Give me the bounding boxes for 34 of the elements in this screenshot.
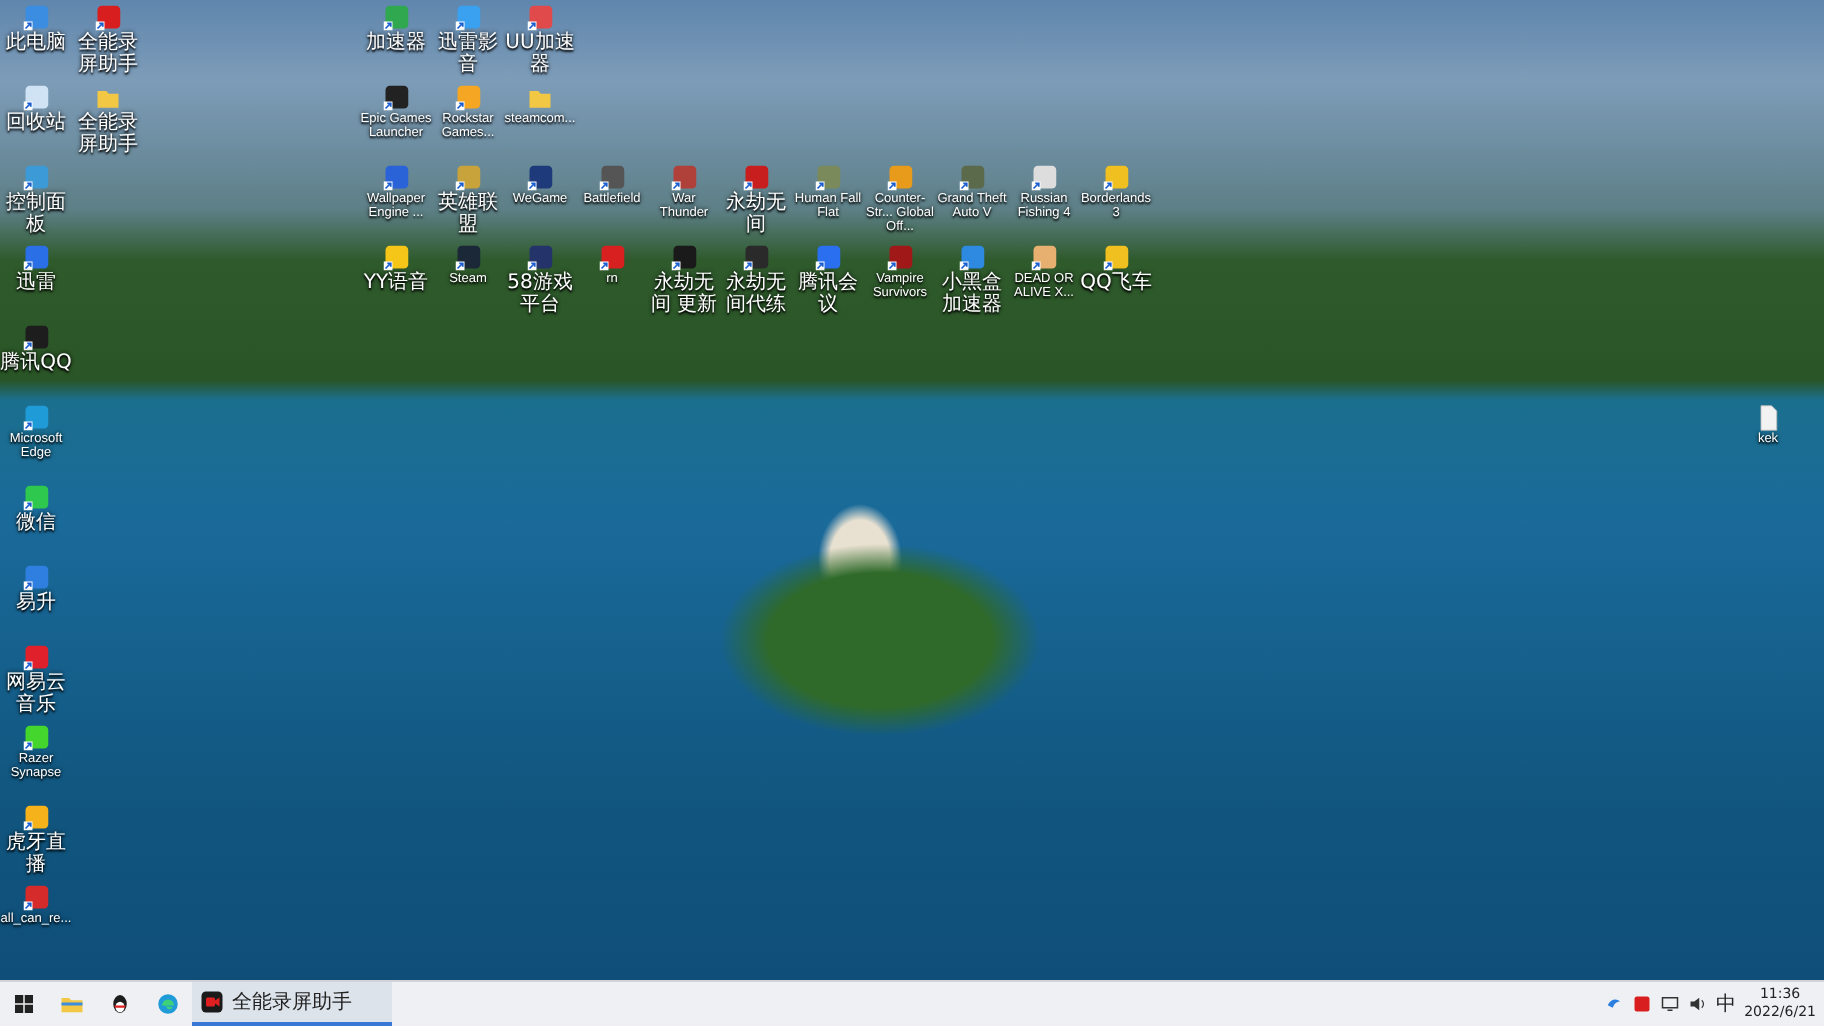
record-icon — [200, 990, 224, 1014]
desktop-icon-label[interactable]: 微信 — [16, 512, 56, 534]
desktop-icon-label[interactable]: 永劫无间代练 — [720, 272, 792, 316]
desktop-icon-label[interactable]: 回收站 — [6, 112, 66, 134]
penguin-icon[interactable] — [108, 992, 132, 1016]
input-method-indicator[interactable]: 中 — [1716, 990, 1737, 1018]
desktop-icon-label[interactable]: 58游戏平台 — [504, 272, 576, 316]
desktop-icon-label[interactable]: 虎牙直播 — [0, 832, 72, 876]
desktop-icon-label[interactable]: 英雄联盟 — [432, 192, 504, 236]
desktop-icon-label[interactable]: 易升 — [16, 592, 56, 614]
network-icon[interactable] — [1660, 994, 1681, 1014]
taskbar-app-button[interactable]: 全能录屏助手 — [192, 982, 392, 1026]
desktop-icon-label[interactable]: 全能录屏助手 — [72, 112, 144, 156]
desktop-icon-label[interactable]: 永劫无间 更新 — [648, 272, 720, 316]
desktop-icon-label[interactable]: 腾讯会议 — [792, 272, 864, 316]
desktop-icon-label[interactable]: 小黑盒加速器 — [936, 272, 1008, 316]
desktop-icon-label[interactable]: 网易云音乐 — [0, 672, 72, 716]
desktop-icon-label[interactable]: 加速器 — [366, 32, 426, 54]
desktop-icon-label[interactable]: 腾讯QQ — [0, 352, 72, 374]
desktop-icon-label[interactable]: QQ飞车 — [1080, 272, 1152, 294]
desktop-icon-label[interactable]: UU加速器 — [504, 32, 576, 76]
browser-icon[interactable] — [156, 992, 180, 1016]
bird-icon[interactable] — [1604, 994, 1625, 1014]
folder-icon[interactable] — [60, 992, 84, 1016]
record-icon[interactable] — [1632, 994, 1653, 1014]
desktop-icon-label[interactable]: YY语音 — [363, 272, 429, 294]
desktop-icon-label[interactable]: 迅雷 — [16, 272, 56, 294]
desktop-icon-label[interactable]: 控制面板 — [0, 192, 72, 236]
desktop-icon-label[interactable]: 迅雷影音 — [432, 32, 504, 76]
desktop-icon-label[interactable]: 此电脑 — [6, 32, 66, 54]
start-icon[interactable] — [12, 992, 36, 1016]
desktop-icon-label[interactable]: 全能录屏助手 — [72, 32, 144, 76]
volume-icon[interactable] — [1688, 994, 1709, 1014]
desktop-icon-label[interactable]: 永劫无间 — [720, 192, 792, 236]
